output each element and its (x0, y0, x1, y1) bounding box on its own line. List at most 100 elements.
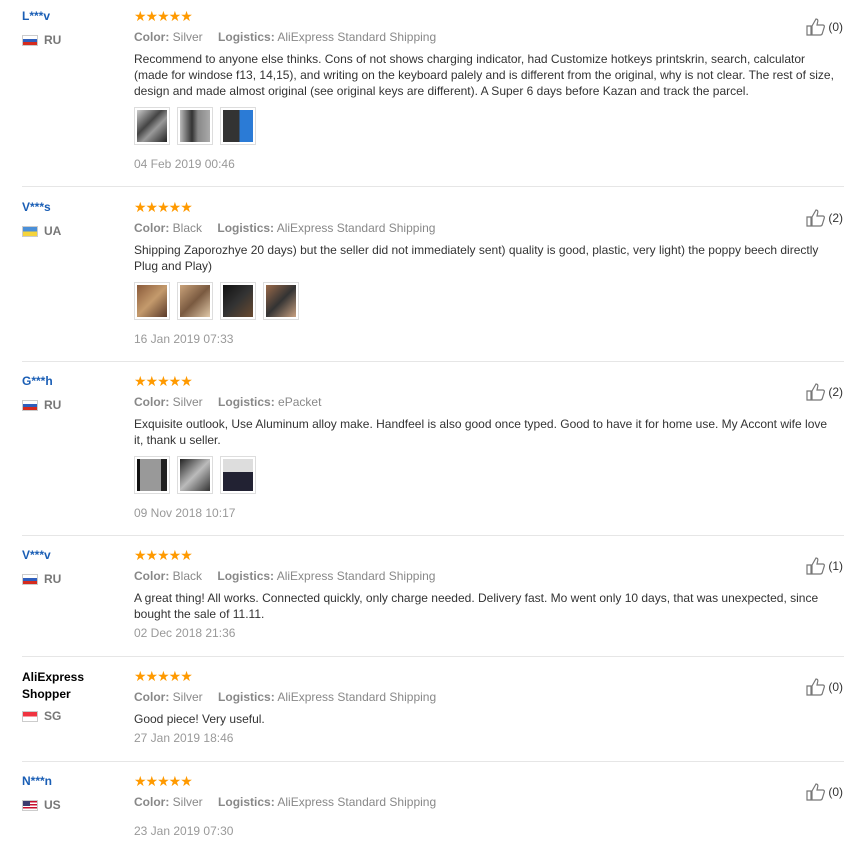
review-photo[interactable] (134, 282, 170, 320)
review-photo[interactable] (220, 107, 256, 145)
reviewer-name[interactable]: L***v (22, 9, 122, 24)
reviewer-info: V***v RU (22, 548, 122, 586)
color-value: Silver (172, 395, 203, 409)
color-value: Black (172, 569, 203, 583)
reviewer-name[interactable]: V***s (22, 200, 122, 215)
logistics-label: Logistics: (218, 30, 275, 44)
flag-ru-icon (22, 34, 38, 46)
review-photo[interactable] (220, 282, 256, 320)
thumbs-up-icon (806, 18, 826, 36)
review-date: 02 Dec 2018 21:36 (134, 626, 236, 640)
like-button[interactable]: (2) (806, 383, 843, 401)
thumbs-up-icon (806, 383, 826, 401)
reviewer-country: UA (22, 224, 122, 238)
logistics-value: ePacket (278, 395, 322, 409)
review-date: 16 Jan 2019 07:33 (134, 332, 234, 346)
review-body: ★★★★★ Color: Silver Logistics: AliExpres… (134, 669, 834, 745)
logistics-value: AliExpress Standard Shipping (276, 221, 436, 235)
like-count: (1) (828, 559, 843, 573)
reviewer-info: V***s UA (22, 200, 122, 238)
review-photos (134, 282, 834, 320)
country-code: US (44, 798, 61, 812)
logistics-label: Logistics: (218, 395, 275, 409)
reviewer-name[interactable]: N***n (22, 774, 122, 789)
review-photo[interactable] (134, 107, 170, 145)
like-button[interactable]: (0) (806, 18, 843, 36)
like-count: (0) (828, 785, 843, 799)
star-rating-icon: ★★★★★ (134, 373, 193, 389)
country-code: RU (44, 33, 62, 47)
star-rating-icon: ★★★★★ (134, 199, 193, 215)
review-photo[interactable] (263, 282, 299, 320)
reviewer-country: RU (22, 33, 122, 47)
flag-ru-icon (22, 573, 38, 585)
like-count: (2) (828, 385, 843, 399)
reviewer-info: N***n US (22, 774, 122, 812)
thumbs-up-icon (806, 209, 826, 227)
review-body: ★★★★★ Color: Silver Logistics: ePacket E… (134, 374, 834, 520)
color-value: Silver (172, 690, 203, 704)
color-label: Color: (134, 221, 170, 235)
reviewer-country: RU (22, 398, 122, 412)
review-photos (134, 456, 834, 494)
color-label: Color: (134, 395, 170, 409)
logistics-value: AliExpress Standard Shipping (276, 569, 436, 583)
review-photo[interactable] (177, 456, 213, 494)
review-body: ★★★★★ Color: Black Logistics: AliExpress… (134, 548, 834, 640)
flag-ua-icon (22, 225, 38, 237)
reviewer-country: SG (22, 709, 122, 723)
review-photo[interactable] (177, 107, 213, 145)
review-photos (134, 107, 834, 145)
review-text: Recommend to anyone else thinks. Cons of… (134, 52, 834, 98)
color-value: Silver (172, 795, 203, 809)
country-code: SG (44, 709, 62, 723)
thumbs-up-icon (806, 678, 826, 696)
like-count: (0) (828, 680, 843, 694)
divider (22, 656, 844, 657)
color-label: Color: (134, 30, 170, 44)
review-photo[interactable] (177, 282, 213, 320)
color-value: Black (172, 221, 203, 235)
review-text: Good piece! Very useful. (134, 712, 265, 726)
flag-us-icon (22, 799, 38, 811)
flag-sg-icon (22, 710, 38, 722)
reviewer-name[interactable]: G***h (22, 374, 122, 389)
reviewer-info: L***v RU (22, 9, 122, 47)
thumbs-up-icon (806, 783, 826, 801)
color-label: Color: (134, 569, 170, 583)
review-date: 04 Feb 2019 00:46 (134, 157, 235, 171)
color-label: Color: (134, 795, 170, 809)
review-text: Shipping Zaporozhye 20 days) but the sel… (134, 243, 819, 273)
like-button[interactable]: (1) (806, 557, 843, 575)
divider (22, 761, 844, 762)
reviewer-country: RU (22, 572, 122, 586)
thumbs-up-icon (806, 557, 826, 575)
review-meta: Color: Silver Logistics: ePacket (134, 395, 834, 409)
review-text: A great thing! All works. Connected quic… (134, 591, 819, 621)
review-meta: Color: Silver Logistics: AliExpress Stan… (134, 795, 834, 809)
divider (22, 361, 844, 362)
review-date: 09 Nov 2018 10:17 (134, 506, 236, 520)
review-photo[interactable] (220, 456, 256, 494)
like-button[interactable]: (0) (806, 783, 843, 801)
star-rating-icon: ★★★★★ (134, 773, 193, 789)
review-body: ★★★★★ Color: Silver Logistics: AliExpres… (134, 9, 834, 171)
divider (22, 535, 844, 536)
review-photo[interactable] (134, 456, 170, 494)
color-value: Silver (172, 30, 203, 44)
reviewer-name[interactable]: V***v (22, 548, 122, 563)
review-date: 23 Jan 2019 07:30 (134, 824, 234, 838)
star-rating-icon: ★★★★★ (134, 668, 193, 684)
review-body: ★★★★★ Color: Black Logistics: AliExpress… (134, 200, 834, 346)
logistics-label: Logistics: (218, 690, 275, 704)
like-button[interactable]: (2) (806, 209, 843, 227)
country-code: RU (44, 572, 62, 586)
review-date: 27 Jan 2019 18:46 (134, 731, 234, 745)
color-label: Color: (134, 690, 170, 704)
review-meta: Color: Black Logistics: AliExpress Stand… (134, 569, 834, 583)
like-count: (2) (828, 211, 843, 225)
like-button[interactable]: (0) (806, 678, 843, 696)
divider (22, 186, 844, 187)
review-text: Exquisite outlook, Use Aluminum alloy ma… (134, 417, 828, 447)
logistics-label: Logistics: (217, 221, 275, 235)
